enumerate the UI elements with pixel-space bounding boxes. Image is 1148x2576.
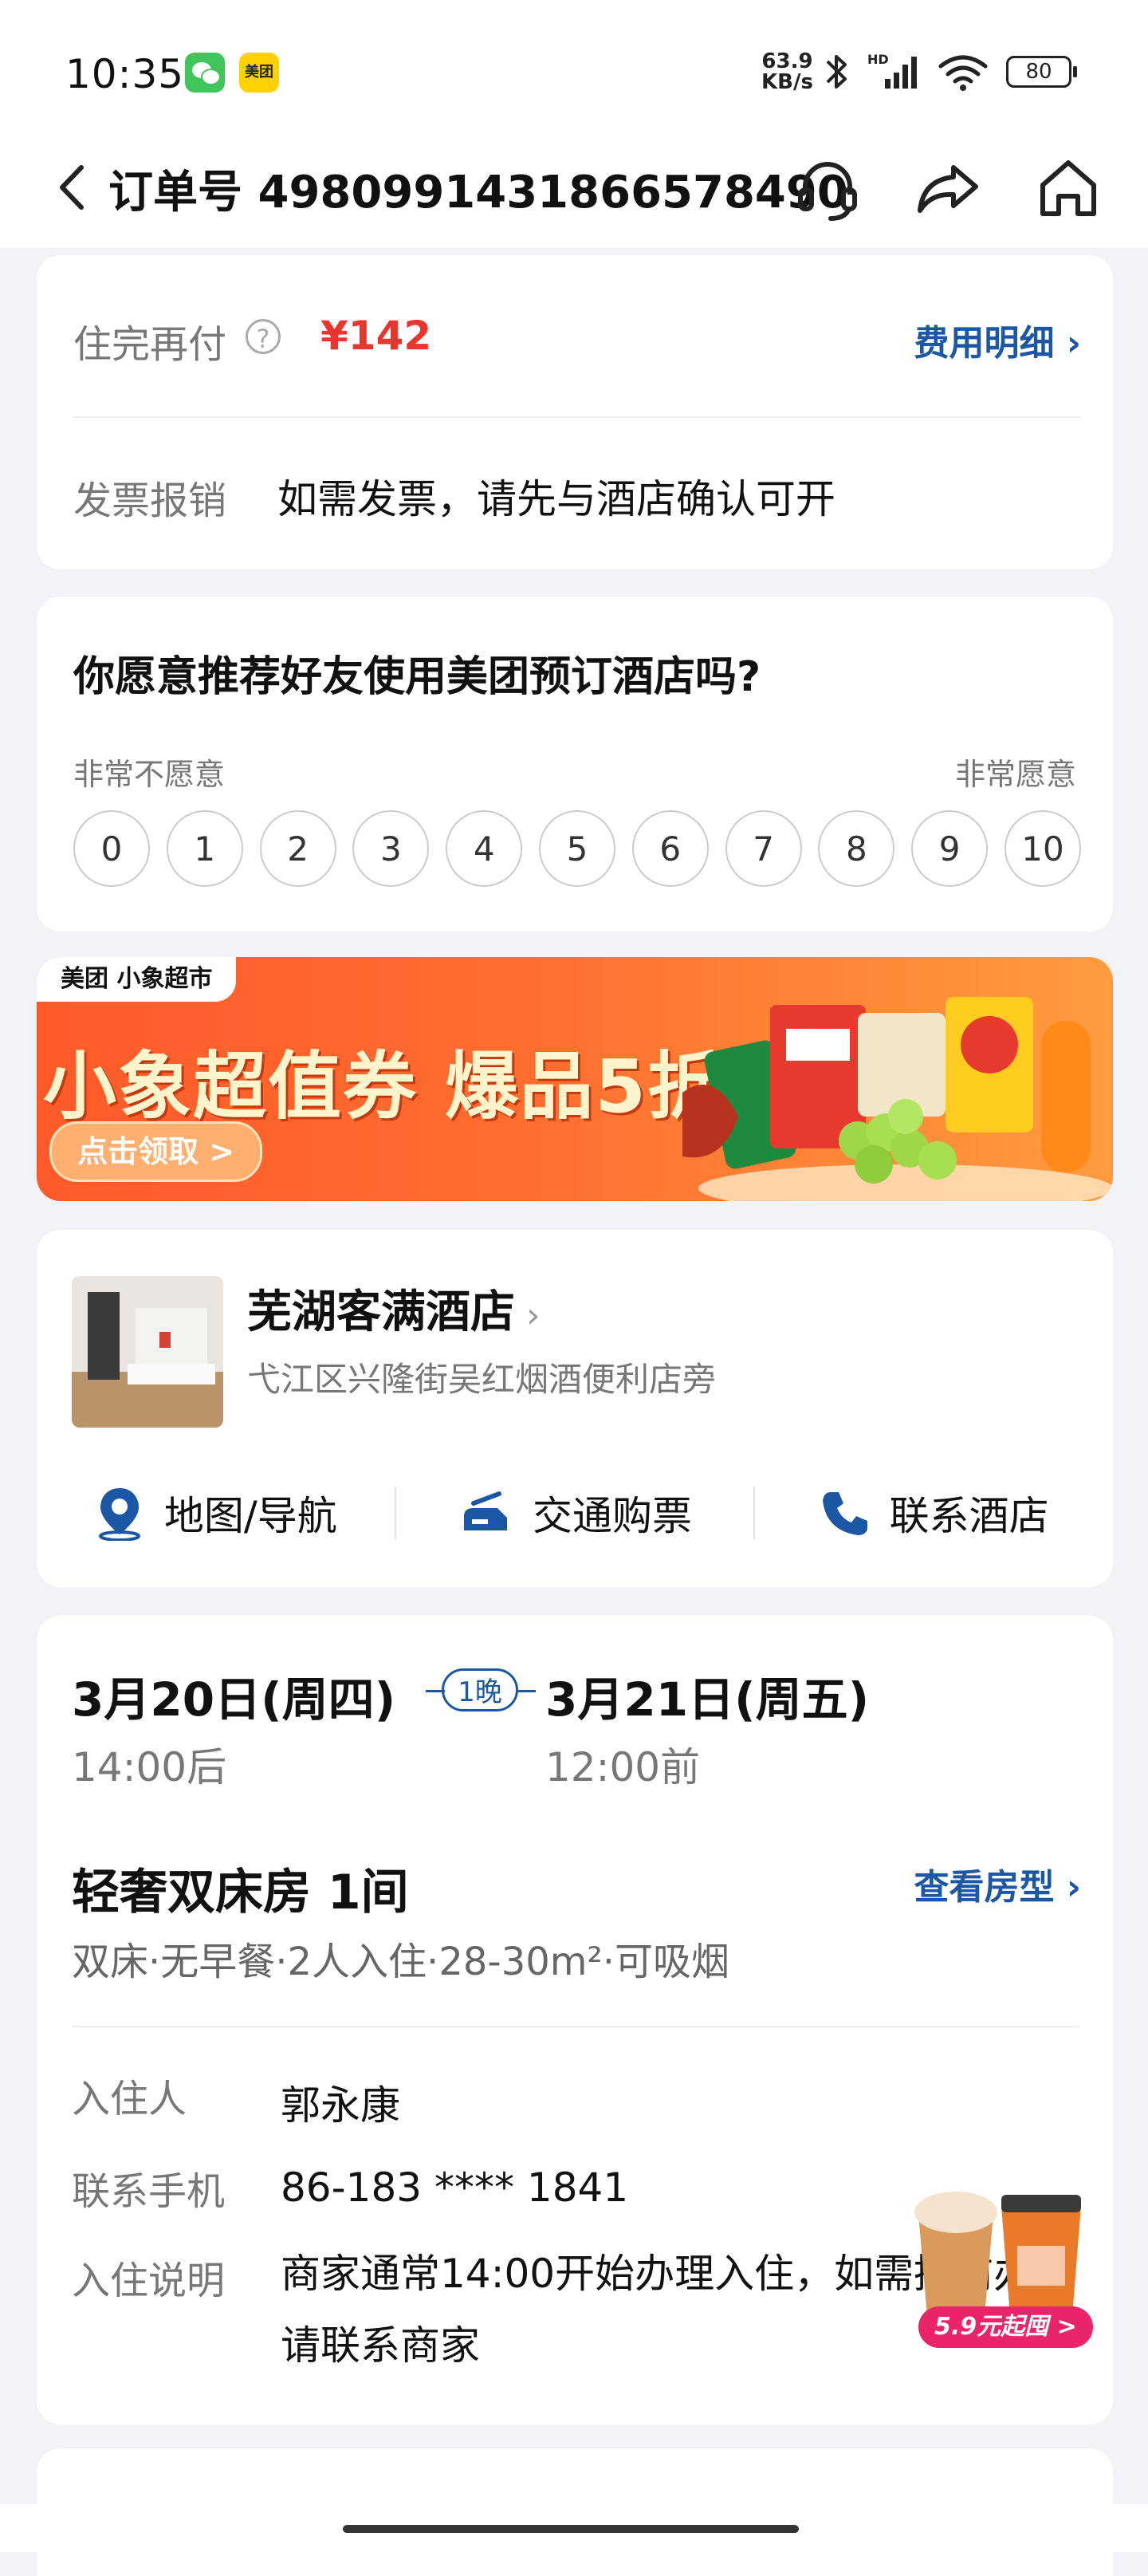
status-bar: 10:35 美团 63.9 KB/s HD 80: [0, 0, 1148, 144]
meituan-icon: 美团: [239, 53, 279, 93]
customer-service-button[interactable]: [789, 150, 866, 226]
order-number-title: 订单号 4980991431866578490: [108, 167, 848, 219]
status-time: 10:35: [65, 51, 185, 97]
share-button[interactable]: [909, 150, 985, 226]
checkout-time: 12:00前: [545, 1744, 701, 1790]
transport-ticket-label: 交通购票: [533, 1493, 692, 1539]
invoice-text: 如需发票，请先与酒店确认可开: [277, 476, 835, 522]
back-button[interactable]: [45, 152, 100, 223]
pay-after-stay-label: 住完再付: [73, 322, 227, 367]
guest-value: 郭永康: [281, 2082, 400, 2129]
hotel-thumbnail[interactable]: [72, 1276, 223, 1428]
score-button[interactable]: 9: [911, 810, 989, 887]
home-icon: [1040, 160, 1096, 216]
transport-ticket-icon: [464, 1491, 507, 1530]
grocery-products-image: [682, 997, 1113, 1201]
score-button[interactable]: 1: [166, 810, 243, 887]
phone-value: 86-183 **** 1841: [281, 2164, 629, 2211]
network-speed-unit: KB/s: [761, 70, 813, 94]
promo-banner[interactable]: 美团 小象超市 小象超值券 爆品5折起 点击领取 >: [37, 957, 1113, 1201]
score-button[interactable]: 2: [259, 810, 336, 887]
hotel-address: 弋江区兴隆街吴红烟酒便利店旁: [247, 1360, 717, 1399]
banner-claim-button[interactable]: 点击领取 >: [49, 1121, 263, 1182]
score-button[interactable]: 0: [73, 810, 150, 887]
view-room-type-link[interactable]: 查看房型 ›: [914, 1858, 1081, 1909]
share-icon: [918, 165, 978, 213]
room-description: 双床·无早餐·2人入住·28-30m²·可吸烟: [72, 1940, 730, 1984]
score-button[interactable]: 6: [631, 810, 709, 887]
navigation-bar: 订单号 4980991431866578490: [0, 128, 1148, 247]
recommend-survey-card: 你愿意推荐好友使用美团预订酒店吗? 非常不愿意 非常愿意 0 1 2 3 4 5…: [37, 597, 1113, 932]
hotel-card: 芜湖客满酒店 › 弋江区兴隆街吴红烟酒便利店旁 地图/导航 交通购票 联系酒店: [37, 1230, 1113, 1587]
checkin-time: 14:00后: [72, 1744, 227, 1790]
hotel-name-link[interactable]: 芜湖客满酒店 ›: [247, 1276, 541, 1341]
pay-amount: ¥142: [320, 313, 432, 359]
score-button[interactable]: 4: [446, 810, 523, 887]
banner-brand-tag: 美团 小象超市: [37, 957, 237, 1002]
booking-details-card: 3月20日(周四) 1晚 3月21日(周五) 14:00后 12:00前 轻奢双…: [37, 1616, 1113, 2424]
signal-icon: HD: [867, 52, 920, 92]
home-button[interactable]: [1030, 150, 1107, 226]
home-indicator[interactable]: [343, 2525, 799, 2533]
system-icons: HD 80: [823, 48, 1077, 96]
promo-badge: 5.9元起囤 >: [918, 2306, 1093, 2348]
phone-label: 联系手机: [72, 2169, 226, 2214]
score-button[interactable]: 8: [818, 810, 895, 887]
score-button[interactable]: 3: [352, 810, 430, 887]
score-button[interactable]: 10: [1004, 810, 1081, 887]
back-icon: [60, 165, 84, 210]
checkin-date: 3月20日(周四): [72, 1672, 396, 1727]
network-speed: 63.9 KB/s: [761, 51, 813, 93]
phone-icon: [822, 1492, 867, 1535]
hotel-name: 芜湖客满酒店: [247, 1286, 515, 1338]
checkout-date: 3月21日(周五): [545, 1672, 870, 1727]
survey-low-label: 非常不愿意: [73, 757, 226, 792]
score-button[interactable]: 7: [725, 810, 802, 887]
fee-details-link[interactable]: 费用明细 ›: [914, 314, 1081, 365]
help-icon[interactable]: ?: [246, 319, 281, 354]
wechat-icon: [185, 53, 225, 93]
transport-ticket-button[interactable]: 交通购票: [396, 1469, 754, 1557]
hotel-actions: 地图/导航 交通购票 联系酒店: [37, 1469, 1113, 1557]
survey-question: 你愿意推荐好友使用美团预订酒店吗?: [73, 653, 761, 701]
room-name: 轻奢双床房 1间: [72, 1865, 409, 1920]
nights-badge: 1晚: [442, 1668, 518, 1711]
score-options: 0 1 2 3 4 5 6 7 8 9 10: [73, 810, 1081, 887]
checkin-note-label: 入住说明: [72, 2259, 226, 2303]
map-pin-icon: [98, 1488, 140, 1541]
wifi-icon: [938, 55, 988, 91]
network-speed-value: 63.9: [761, 49, 813, 73]
invoice-label: 发票报销: [73, 479, 227, 523]
map-navigation-button[interactable]: 地图/导航: [37, 1469, 395, 1557]
map-navigation-label: 地图/导航: [163, 1493, 337, 1539]
chevron-right-icon: ›: [515, 1295, 541, 1336]
score-button[interactable]: 5: [538, 810, 615, 887]
headset-icon: [798, 162, 857, 221]
guest-label: 入住人: [72, 2077, 187, 2121]
divider: [73, 416, 1081, 418]
nights-indicator: 1晚: [426, 1668, 536, 1715]
bluetooth-icon: [826, 55, 847, 89]
contact-hotel-button[interactable]: 联系酒店: [755, 1469, 1113, 1557]
divider: [72, 2026, 1079, 2027]
coffee-promo[interactable]: 5.9元起囤 >: [882, 2166, 1105, 2365]
survey-high-label: 非常愿意: [954, 757, 1076, 792]
battery-indicator: 80: [1006, 56, 1077, 88]
payment-card: 住完再付 ? ¥142 费用明细 › 发票报销 如需发票，请先与酒店确认可开: [37, 255, 1113, 569]
contact-hotel-label: 联系酒店: [889, 1493, 1049, 1539]
